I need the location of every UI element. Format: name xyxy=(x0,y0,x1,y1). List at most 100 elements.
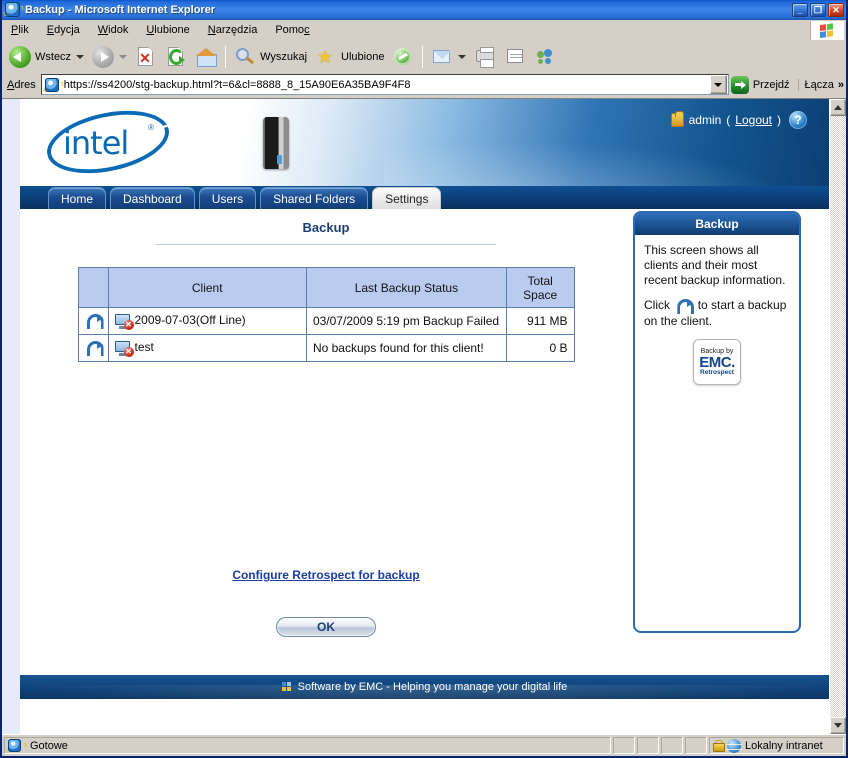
logout-paren-close: ) xyxy=(777,113,781,127)
scrollbar-track[interactable] xyxy=(830,116,846,717)
edit-page-icon xyxy=(504,46,526,68)
browser-viewport: intel ® ss4200 admin (Logout) ? Home xyxy=(2,98,846,734)
window-title: Backup - Microsoft Internet Explorer xyxy=(25,4,216,16)
messenger-button[interactable] xyxy=(530,43,560,71)
start-backup-arrow-icon xyxy=(675,298,694,314)
print-button[interactable] xyxy=(470,43,500,71)
security-zone-pane[interactable]: Lokalny intranet xyxy=(709,737,844,754)
vertical-scrollbar[interactable] xyxy=(829,99,846,734)
windows-flag-icon xyxy=(810,21,844,40)
emc-squares-icon xyxy=(281,681,293,693)
col-total-space: Total Space xyxy=(505,267,575,308)
start-backup-arrow-icon[interactable] xyxy=(85,340,103,356)
tab-shared-folders[interactable]: Shared Folders xyxy=(260,187,369,209)
close-button[interactable]: ✕ xyxy=(828,3,844,17)
web-page: intel ® ss4200 admin (Logout) ? Home xyxy=(2,99,829,734)
toolbar-separator-2 xyxy=(422,45,424,68)
go-label: Przejdź xyxy=(752,78,790,91)
badge-line-2: EMC. xyxy=(699,353,735,371)
minimize-icon: _ xyxy=(797,4,803,15)
table-head: Client Last Backup Status Total Space xyxy=(77,267,575,308)
client-offline-icon: ✕ xyxy=(114,313,134,330)
maximize-button[interactable]: ❐ xyxy=(810,3,826,17)
footer-text: Software by EMC - Helping you manage you… xyxy=(297,681,568,693)
maximize-icon: ❐ xyxy=(813,4,823,15)
home-icon xyxy=(195,46,218,68)
status-cell: 03/07/2009 5:19 pm Backup Failed xyxy=(305,307,507,335)
help-paragraph-1: This screen shows all clients and their … xyxy=(644,243,786,287)
help-icon[interactable]: ? xyxy=(789,111,807,129)
media-button[interactable] xyxy=(388,43,418,71)
menu-item-edycja[interactable]: Edycja xyxy=(38,22,89,38)
toolbar-separator xyxy=(225,45,227,68)
mail-button[interactable] xyxy=(427,43,470,71)
ok-button[interactable]: OK xyxy=(276,617,376,637)
mail-icon xyxy=(431,46,453,68)
zone-text: Lokalny intranet xyxy=(745,739,823,752)
table-row: ✕ test No backups found for this client!… xyxy=(77,334,575,362)
client-offline-icon: ✕ xyxy=(114,340,134,357)
status-pane-3 xyxy=(661,737,683,754)
start-backup-cell[interactable] xyxy=(77,307,109,335)
page-title: Backup xyxy=(302,220,350,235)
lock-icon xyxy=(713,739,725,752)
page-bottom-spacer xyxy=(20,699,829,732)
home-button[interactable] xyxy=(191,43,221,71)
menu-item-plik[interactable]: PPliklik xyxy=(2,22,38,38)
configure-retrospect-link[interactable]: Configure Retrospect for backup xyxy=(232,568,419,582)
links-label[interactable]: Łącza xyxy=(797,78,834,91)
intel-logo: intel ® xyxy=(46,113,170,171)
tab-home[interactable]: Home xyxy=(48,187,107,209)
edit-button[interactable] xyxy=(500,43,530,71)
status-message-pane: Gotowe xyxy=(4,737,611,754)
search-button[interactable]: Wyszukaj xyxy=(230,43,311,71)
table-header-row: Client Last Backup Status Total Space xyxy=(77,267,575,308)
go-button[interactable]: Przejdź xyxy=(729,75,796,94)
start-backup-cell[interactable] xyxy=(77,334,109,362)
title-bar: Backup - Microsoft Internet Explorer _ ❐… xyxy=(2,0,846,20)
back-button[interactable]: Wstecz xyxy=(5,43,88,71)
status-cell: No backups found for this client! xyxy=(305,334,507,362)
compass-icon xyxy=(392,46,414,68)
username-label: admin xyxy=(688,113,722,127)
stop-button[interactable]: ✕ xyxy=(131,43,161,71)
favorites-button[interactable]: ★ Ulubione xyxy=(311,43,388,71)
scroll-down-button[interactable] xyxy=(830,717,846,734)
globe-icon xyxy=(726,738,742,753)
col-client: Client xyxy=(107,267,307,308)
help-panel-title: Backup xyxy=(635,213,799,235)
menu-item-widok[interactable]: Widok xyxy=(89,22,138,38)
ie-window: Backup - Microsoft Internet Explorer _ ❐… xyxy=(0,0,848,758)
help-paragraph-2: Click to start a backup on the client. xyxy=(644,298,790,329)
forward-button[interactable] xyxy=(88,43,131,71)
search-label: Wyszukaj xyxy=(260,50,308,63)
status-pane-1 xyxy=(613,737,635,754)
favorites-label: Ulubione xyxy=(341,50,385,63)
menu-item-narzedzia[interactable]: Narzędzia xyxy=(199,22,267,38)
forward-dropdown-icon[interactable] xyxy=(119,54,128,59)
tab-dashboard[interactable]: Dashboard xyxy=(110,187,195,209)
refresh-icon xyxy=(165,46,187,68)
user-icon xyxy=(670,111,684,127)
title-divider xyxy=(156,244,496,245)
links-chevron-icon[interactable]: » xyxy=(838,79,844,91)
scroll-up-button[interactable] xyxy=(830,99,846,116)
menu-item-ulubione[interactable]: Ulubione xyxy=(137,22,198,38)
help-panel-body: This screen shows all clients and their … xyxy=(635,235,799,393)
back-dropdown-icon[interactable] xyxy=(76,54,85,59)
site-header: intel ® ss4200 admin (Logout) ? xyxy=(20,99,829,186)
mail-dropdown-icon[interactable] xyxy=(458,54,467,59)
menu-item-pomoc[interactable]: Pomoc xyxy=(266,22,318,38)
col-last-backup-status: Last Backup Status xyxy=(305,267,507,308)
emc-retrospect-badge: Backup by EMC. Retrospect xyxy=(693,339,741,385)
help-panel: Backup This screen shows all clients and… xyxy=(633,211,801,633)
address-input[interactable]: https://ss4200/stg-backup.html?t=6&cl=88… xyxy=(40,74,729,95)
minimize-button[interactable]: _ xyxy=(792,3,808,17)
logout-link[interactable]: Logout xyxy=(735,113,772,127)
address-dropdown-button[interactable] xyxy=(709,75,727,94)
refresh-button[interactable] xyxy=(161,43,191,71)
tab-users[interactable]: Users xyxy=(198,187,257,209)
intel-registered-mark: ® xyxy=(148,123,154,132)
tab-settings[interactable]: Settings xyxy=(372,187,442,209)
start-backup-arrow-icon[interactable] xyxy=(85,313,103,329)
